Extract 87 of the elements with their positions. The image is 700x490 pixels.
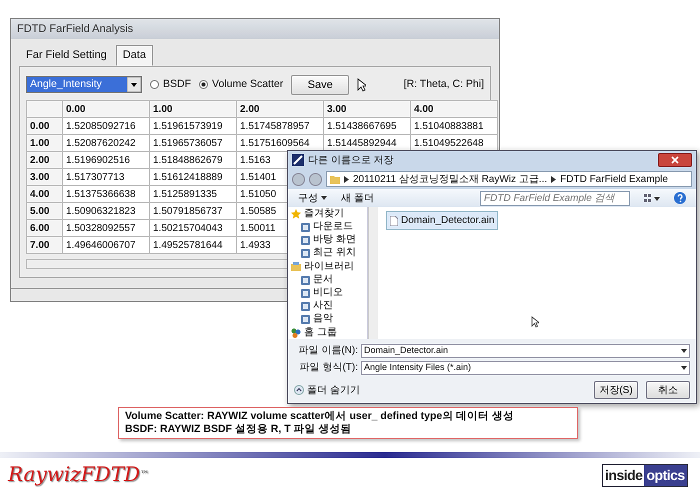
table-cell: 1.51612418889 [150,168,236,186]
table-cell: 1.50215704043 [150,220,236,236]
file-name-field[interactable]: Domain_Detector.ain [361,344,690,358]
breadcrumb-item[interactable]: 20110211 삼성코닝정밀소재 RayWiz 고급... [353,172,548,186]
tab[interactable]: Data [116,45,153,66]
logo-text: optics [644,465,687,486]
hide-folders-button[interactable]: 폴더 숨기기 [294,382,360,398]
file-icon [390,216,398,226]
caption-text: BSDF: RAYWIZ BSDF 설정용 R, T 파일 생성됨 [125,423,352,436]
dialog-button[interactable]: 저장(S) [594,381,638,399]
table-cell: 1.517307713 [62,168,150,186]
nav-item[interactable]: 홈 그룹 [291,327,364,339]
column-header: 1.00 [150,100,236,118]
nav-item[interactable]: 라이브러리 [291,261,364,273]
caret-icon [681,366,687,370]
close-button[interactable] [658,153,692,167]
network-icon [291,328,301,338]
tab[interactable]: Far Field Setting [19,45,114,66]
table-cell: 1.49646006707 [62,236,150,254]
row-header: 1.00 [26,134,62,152]
row-header: 4.00 [26,186,62,202]
row-header: 5.00 [26,202,62,220]
save-button[interactable]: Save [291,74,350,95]
caret-icon [321,196,327,200]
file-item[interactable]: Domain_Detector.ain [386,211,498,230]
toolbar-button[interactable]: 새 폴더 [341,190,374,206]
mouse-pointer-icon [531,316,539,328]
library-icon [291,262,301,272]
window-title: FDTD FarField Analysis [11,19,499,39]
caret-icon [681,348,687,352]
address-bar[interactable]: 20110211 삼성코닝정밀소재 RayWiz 고급... FDTD FarField Example [326,171,692,187]
axis-note: [R: Theta, C: Phi] [404,76,484,92]
column-header: 0.00 [62,100,150,118]
table-cell: 1.51375366638 [62,186,150,202]
radio-label[interactable]: BSDF [163,76,192,93]
file-type-dropdown[interactable]: Angle Intensity Files (*.ain) [361,360,690,374]
dialog-button[interactable]: 취소 [646,381,690,399]
close-icon [671,156,679,164]
table-cell: 1.50328092557 [62,220,150,236]
table-cell: 1.49525781644 [150,236,236,254]
table-cell: 1.51438667695 [324,118,410,134]
chevron-icon [344,176,349,182]
chevron-icon [551,176,556,182]
view-options-icon[interactable] [644,193,660,203]
table-cell: 1.5125891335 [150,186,236,202]
radio-button[interactable] [150,80,159,90]
caption-text: Volume Scatter: RAYWIZ volume scatter에서 user_ defined type의 데이터 생성 [125,410,516,423]
star-icon [291,209,301,219]
radio-label[interactable]: Volume Scatter [212,76,284,93]
help-icon[interactable] [674,192,686,204]
table-cell: 1.51848862679 [150,152,236,168]
table-cell: 1.50906321823 [62,202,150,220]
table-cell: 1.51745878957 [236,118,324,134]
column-header: 2.00 [236,100,324,118]
table-cell: 1.51965736057 [150,134,236,152]
folder-icon [330,174,340,184]
caret-icon[interactable] [127,77,141,92]
table-cell: 1.50791856737 [150,202,236,220]
file-name-label: 파일 이름(N): [298,344,358,358]
row-header: 6.00 [26,220,62,236]
breadcrumb-item[interactable]: FDTD FarField Example [560,172,668,186]
row-header: 0.00 [26,118,62,134]
chevron-icon [294,385,304,395]
file-type-label: 파일 형식(T): [298,361,358,375]
row-header: 2.00 [26,152,62,168]
dropdown[interactable]: Angle_Intensity [26,76,142,94]
table-cell: 1.51961573919 [150,118,236,134]
row-header: 7.00 [26,236,62,254]
brand-logo: RaywizFDTD$^{™}$ [8,461,150,488]
search-field[interactable]: FDTD FarField Example 검색 [480,190,630,206]
nav-item[interactable]: 비디오 [291,287,364,299]
table-cell: 1.5196902516 [62,152,150,168]
table-cell: 1.51040883881 [410,118,498,134]
table-cell: 1.52085092716 [62,118,150,134]
nav-item[interactable]: 음악 [291,313,364,325]
column-header: 3.00 [324,100,410,118]
nav-item[interactable]: 문서 [291,274,364,286]
radio-button[interactable] [199,80,208,90]
row-header: 3.00 [26,168,62,186]
app-icon [292,154,304,166]
column-header: 4.00 [410,100,498,118]
nav-item[interactable]: 사진 [291,300,364,312]
logo-text: inside [603,465,644,486]
table-cell: 1.52087620242 [62,134,150,152]
mouse-pointer-icon [357,78,366,92]
vertical-scrollbar[interactable] [368,207,378,339]
corner-cell [26,100,62,118]
